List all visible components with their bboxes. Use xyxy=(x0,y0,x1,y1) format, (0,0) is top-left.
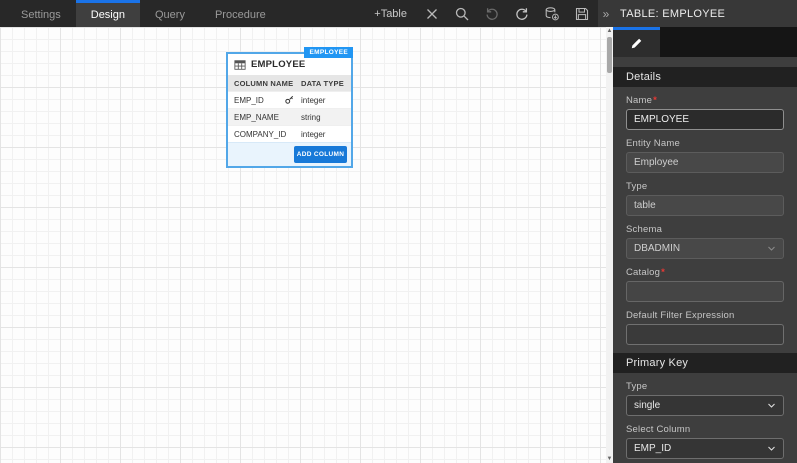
entity-badge: EMPLOYEE xyxy=(304,47,353,58)
chevron-down-icon xyxy=(768,403,775,408)
entity-card-employee[interactable]: EMPLOYEE EMPLOYEE COLUMN NAME DATA TYPE … xyxy=(226,47,353,168)
canvas-vertical-scrollbar[interactable]: ▲ ▼ xyxy=(606,27,613,463)
tab-procedure[interactable]: Procedure xyxy=(200,0,281,27)
add-column-button[interactable]: ADD COLUMN xyxy=(294,146,347,163)
pk-type-select[interactable]: single xyxy=(626,395,784,416)
design-canvas[interactable]: EMPLOYEE EMPLOYEE COLUMN NAME DATA TYPE … xyxy=(0,27,606,463)
schema-field: Schema DBADMIN xyxy=(626,224,784,259)
chevron-down-icon xyxy=(768,246,775,251)
row-data-type: integer xyxy=(301,129,326,139)
pk-type-field: Type single xyxy=(626,381,784,416)
default-filter-label: Default Filter Expression xyxy=(626,310,735,321)
add-table-button[interactable]: +Table xyxy=(374,8,407,20)
primary-key-icon xyxy=(285,95,294,104)
scrollbar-down-arrow[interactable]: ▼ xyxy=(606,455,613,463)
pk-column-label: Select Column xyxy=(626,424,691,435)
properties-sidebar: Details Name* Entity Name Type Schema DB… xyxy=(613,27,797,463)
data-type-header: DATA TYPE xyxy=(301,78,344,88)
type-input[interactable] xyxy=(626,195,784,216)
type-label: Type xyxy=(626,181,648,192)
delete-icon[interactable] xyxy=(423,5,440,22)
primary-key-section-header: Primary Key xyxy=(613,353,797,373)
pk-column-field: Select Column EMP_ID xyxy=(626,424,784,459)
type-field: Type xyxy=(626,181,784,216)
undo-icon[interactable] xyxy=(483,5,500,22)
chevron-down-icon xyxy=(768,446,775,451)
entity-columns-header: COLUMN NAME DATA TYPE xyxy=(228,75,351,91)
entity-name-input[interactable] xyxy=(626,152,784,173)
toolbar-actions: +Table xyxy=(374,0,598,27)
column-name-header: COLUMN NAME xyxy=(234,78,294,88)
edit-tab[interactable] xyxy=(613,27,660,57)
pk-column-select[interactable]: EMP_ID xyxy=(626,438,784,459)
schema-label: Schema xyxy=(626,224,663,235)
entity-name-label: Entity Name xyxy=(626,138,680,149)
panel-title: TABLE: EMPLOYEE xyxy=(620,7,726,20)
entity-card-footer: ADD COLUMN xyxy=(228,142,351,166)
row-column-name: EMP_ID xyxy=(234,95,264,105)
name-field: Name* xyxy=(626,95,784,130)
scrollbar-thumb[interactable] xyxy=(607,37,612,73)
table-row[interactable]: COMPANY_ID integer xyxy=(228,125,351,142)
catalog-input[interactable] xyxy=(626,281,784,302)
pk-type-label: Type xyxy=(626,381,648,392)
schema-select[interactable]: DBADMIN xyxy=(626,238,784,259)
tab-query[interactable]: Query xyxy=(140,0,200,27)
table-row[interactable]: EMP_NAME string xyxy=(228,108,351,125)
details-section-header: Details xyxy=(613,67,797,87)
row-data-type: string xyxy=(301,112,321,122)
table-icon xyxy=(234,59,246,70)
name-input[interactable] xyxy=(626,109,784,130)
properties-panel-header: » TABLE: EMPLOYEE xyxy=(598,0,797,27)
scrollbar-up-arrow[interactable]: ▲ xyxy=(606,27,613,35)
toolbar-tabs: Settings Design Query Procedure xyxy=(0,0,281,27)
sidebar-tabstrip xyxy=(613,27,797,57)
catalog-label: Catalog* xyxy=(626,267,666,278)
catalog-field: Catalog* xyxy=(626,267,784,302)
default-filter-input[interactable] xyxy=(626,324,784,345)
entity-name-field: Entity Name xyxy=(626,138,784,173)
save-icon[interactable] xyxy=(573,5,590,22)
pencil-icon xyxy=(631,38,642,49)
default-filter-field: Default Filter Expression xyxy=(626,310,784,345)
collapse-panel-icon[interactable]: » xyxy=(598,7,614,21)
row-column-name: EMP_NAME xyxy=(234,112,279,122)
tab-settings[interactable]: Settings xyxy=(6,0,76,27)
entity-title: EMPLOYEE xyxy=(251,59,306,70)
row-data-type: integer xyxy=(301,95,326,105)
export-database-icon[interactable] xyxy=(543,5,560,22)
tab-design[interactable]: Design xyxy=(75,0,140,27)
search-icon[interactable] xyxy=(453,5,470,22)
top-toolbar: Settings Design Query Procedure +Table xyxy=(0,0,598,27)
table-row[interactable]: EMP_ID integer xyxy=(228,91,351,108)
redo-icon[interactable] xyxy=(513,5,530,22)
row-column-name: COMPANY_ID xyxy=(234,129,287,139)
name-label: Name* xyxy=(626,95,658,106)
